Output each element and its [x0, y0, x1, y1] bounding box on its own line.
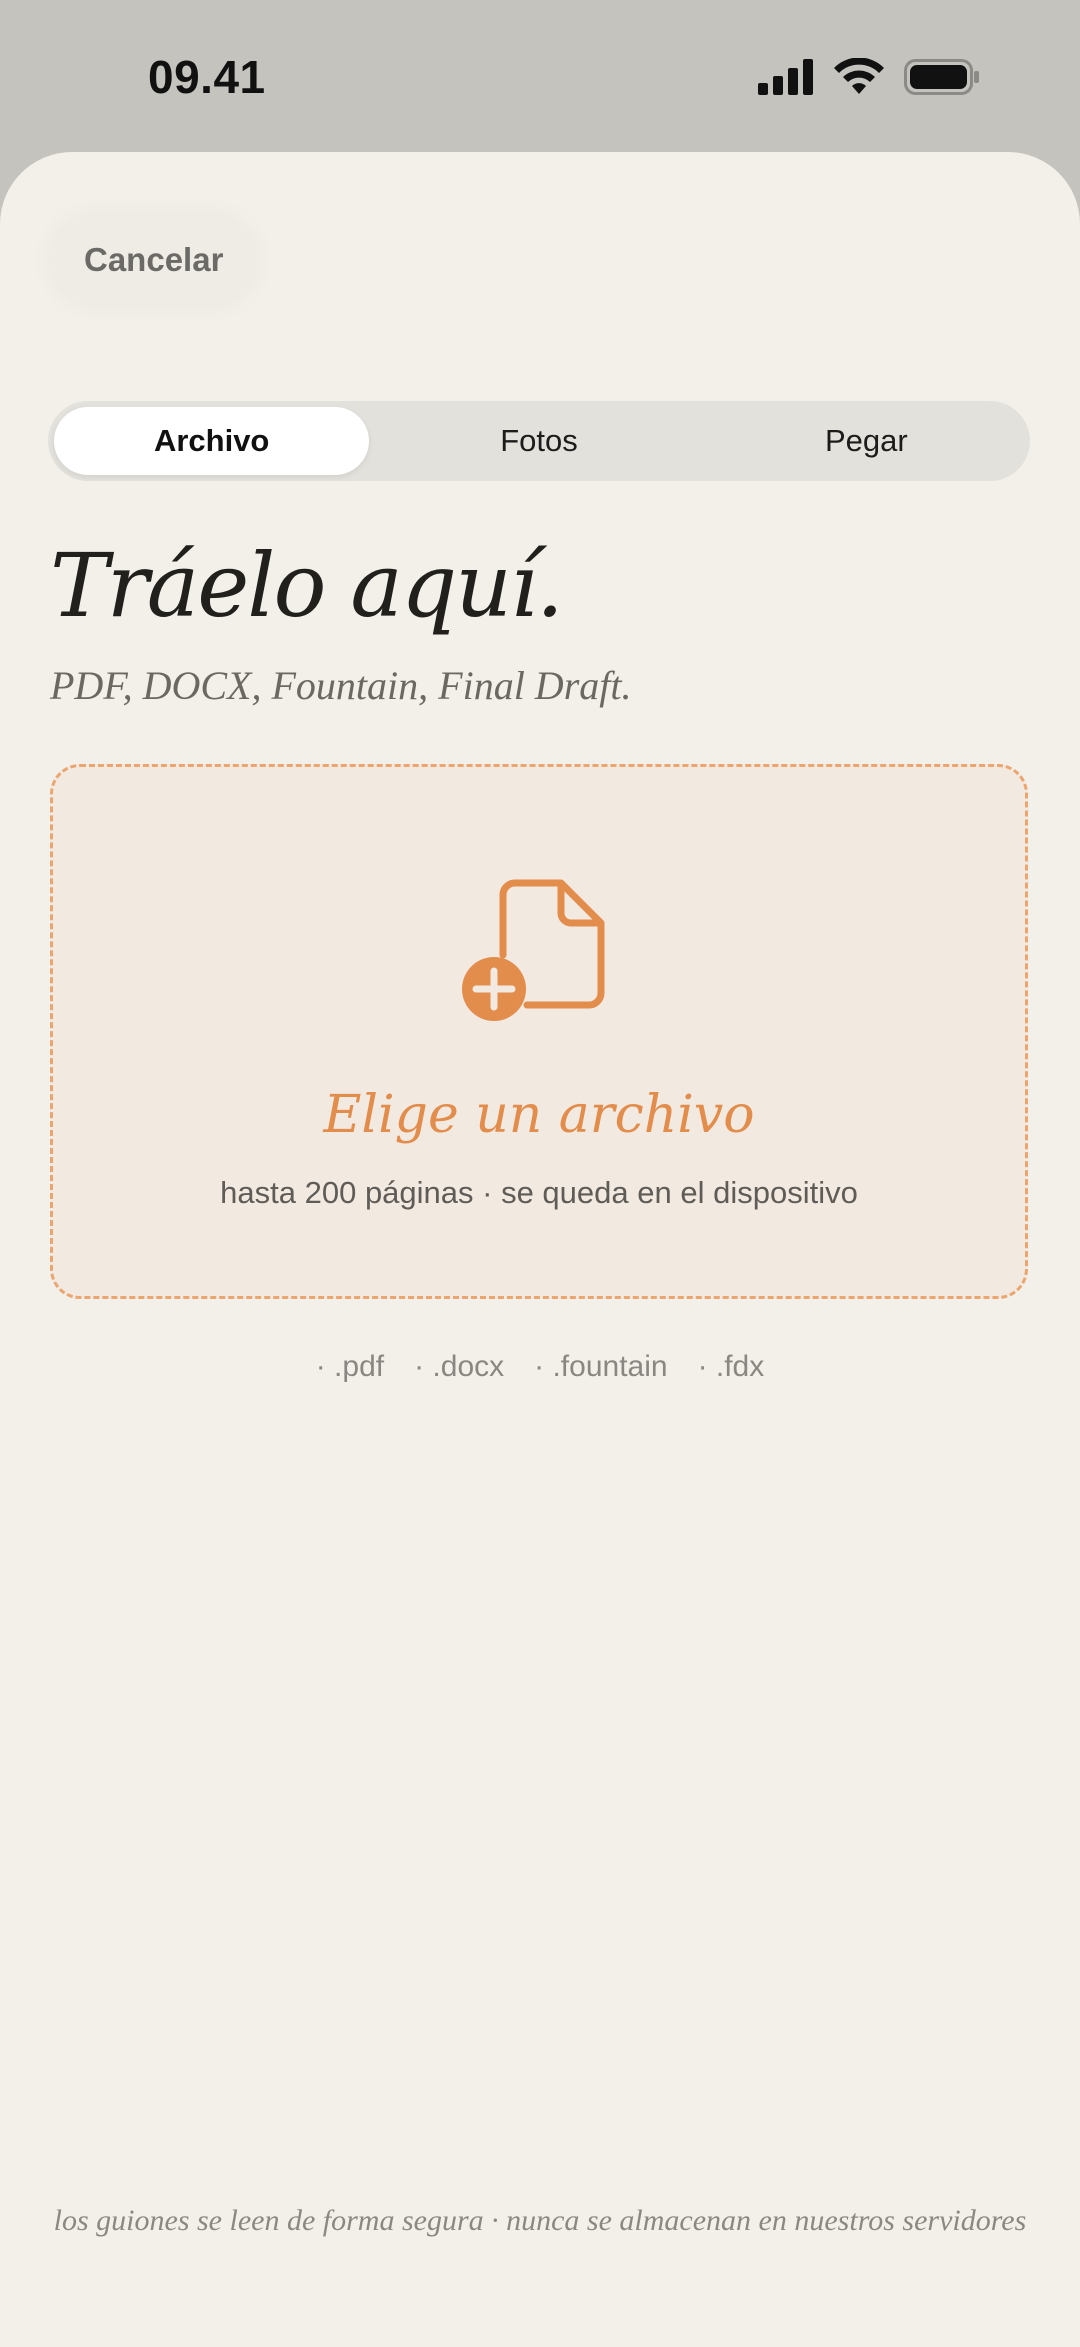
supported-extensions: · .pdf · .docx · .fountain · .fdx — [0, 1350, 1080, 1384]
battery-icon — [904, 59, 979, 95]
file-add-icon — [462, 879, 605, 1021]
extension-fdx: · .fdx — [697, 1350, 765, 1383]
source-segmented-control: Archivo Fotos Pegar — [48, 401, 1030, 481]
page-subtitle: PDF, DOCX, Fountain, Final Draft. — [50, 663, 632, 708]
cellular-signal-icon — [758, 59, 813, 95]
status-bar: 09.41 — [0, 0, 1080, 152]
extension-pdf: · .pdf — [315, 1350, 385, 1383]
tab-archivo[interactable]: Archivo — [54, 407, 370, 475]
extension-fountain: · .fountain — [534, 1350, 668, 1383]
status-icons — [758, 58, 980, 96]
file-dropzone[interactable]: Elige un archivo hasta 200 páginas · se … — [50, 764, 1028, 1299]
cancel-button[interactable]: Cancelar — [48, 212, 260, 308]
status-time: 09.41 — [148, 51, 266, 103]
page-title: Tráelo aquí. — [50, 534, 564, 637]
upload-sheet: Cancelar Archivo Fotos Pegar Tráelo aquí… — [0, 152, 1080, 2347]
dropzone-title[interactable]: Elige un archivo — [53, 1085, 1025, 1145]
tab-fotos[interactable]: Fotos — [381, 407, 696, 475]
privacy-note: los guiones se leen de forma segura · nu… — [53, 2204, 1027, 2237]
tab-pegar[interactable]: Pegar — [709, 407, 1024, 475]
extension-docx: · .docx — [414, 1350, 505, 1383]
wifi-icon — [834, 58, 884, 94]
dropzone-subtitle: hasta 200 páginas · se queda en el dispo… — [220, 1175, 858, 1210]
